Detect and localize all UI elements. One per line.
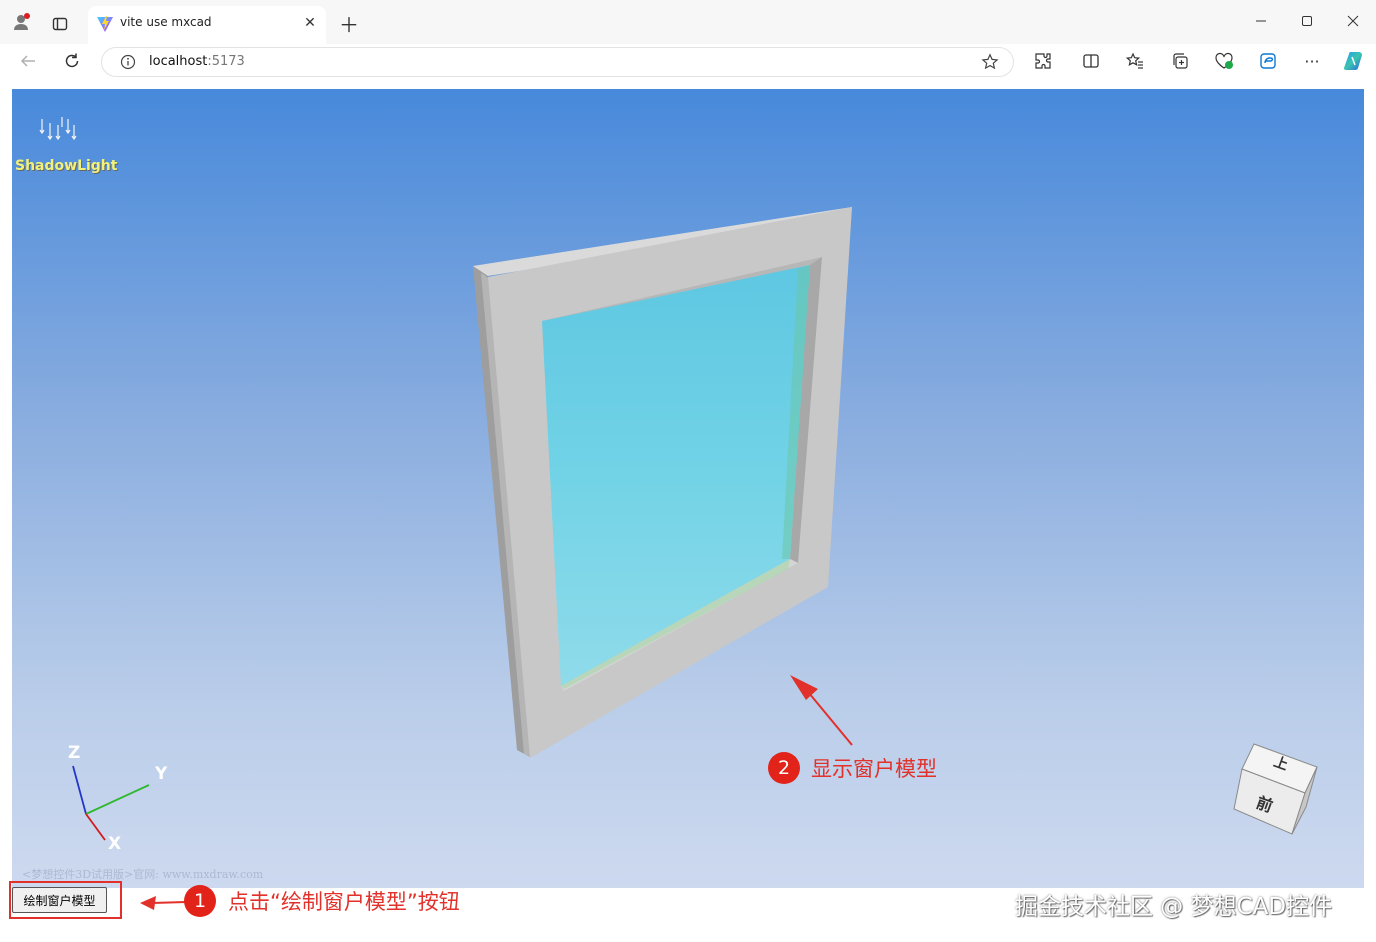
collections-icon[interactable] [1166, 47, 1194, 75]
new-tab-icon[interactable]: ＋ [335, 9, 363, 37]
profile-icon[interactable] [8, 8, 36, 36]
extensions-icon[interactable] [1029, 47, 1057, 75]
window-model[interactable] [12, 89, 1364, 888]
axis-x-label: X [108, 834, 122, 854]
tab-title: vite use mxcad [120, 15, 212, 29]
axis-y-label: Y [155, 764, 168, 784]
favorites-icon[interactable] [1121, 47, 1149, 75]
step1-badge: 1 [184, 885, 216, 917]
back-icon[interactable] [14, 47, 42, 75]
copilot-icon[interactable] [1340, 47, 1368, 75]
tab-actions-icon[interactable] [46, 10, 74, 38]
refresh-icon[interactable] [58, 47, 86, 75]
page-content: ShadowLight Z Y X 上 前 <梦想控件3D试用版>官网: www… [0, 80, 1376, 942]
browser-toolbar: localhost:5173 ··· [0, 44, 1376, 80]
vite-favicon-icon [97, 16, 113, 32]
favorite-star-icon[interactable] [976, 48, 1004, 76]
close-tab-icon[interactable]: ✕ [302, 15, 318, 31]
juejin-credit: 掘金技术社区 @ 梦想CAD控件 [1015, 894, 1333, 920]
browser-titlebar: vite use mxcad ✕ ＋ [0, 0, 1376, 44]
close-window-icon[interactable] [1339, 7, 1367, 35]
axis-z-label: Z [68, 743, 81, 763]
step2-badge: 2 [768, 752, 800, 784]
trial-watermark: <梦想控件3D试用版>官网: www.mxdraw.com [22, 868, 264, 881]
split-screen-icon[interactable] [1077, 47, 1105, 75]
step1-arrow [140, 896, 187, 910]
more-menu-icon[interactable]: ··· [1298, 47, 1326, 75]
step2-annotation: 显示窗户模型 [811, 757, 937, 781]
url-host: localhost [149, 54, 208, 69]
url-text: localhost:5173 [149, 54, 245, 69]
step2-arrow [790, 675, 853, 746]
step1-annotation: 点击“绘制窗户模型”按钮 [228, 890, 460, 914]
site-info-icon[interactable] [114, 48, 142, 76]
url-port: :5173 [207, 54, 245, 69]
maximize-icon[interactable] [1293, 7, 1321, 35]
edge-sidebar-icon[interactable] [1254, 47, 1282, 75]
minimize-icon[interactable] [1247, 7, 1275, 35]
browser-essentials-icon[interactable] [1210, 47, 1238, 75]
address-bar[interactable]: localhost:5173 [101, 47, 1014, 77]
cad-3d-viewport[interactable]: ShadowLight Z Y X 上 前 <梦想控件3D试用版>官网: www… [12, 89, 1364, 888]
tab-vite-use-mxcad[interactable]: vite use mxcad ✕ [88, 6, 326, 44]
axis-gizmo [72, 765, 150, 841]
draw-window-model-button[interactable]: 绘制窗户模型 [12, 887, 107, 913]
